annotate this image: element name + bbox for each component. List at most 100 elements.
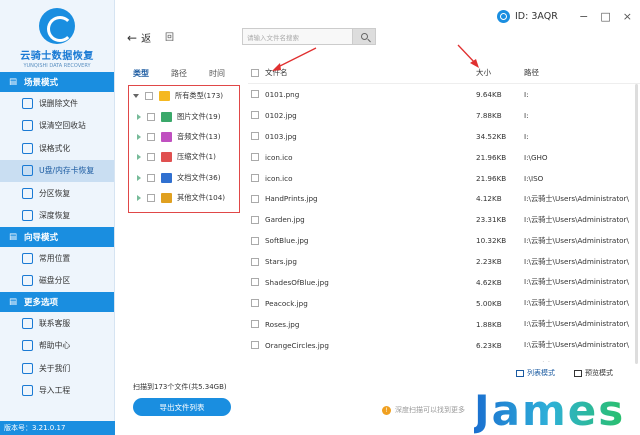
file-path: I:\云骑士\Users\Administrator\ [524,361,640,362]
expand-right-icon[interactable] [137,195,141,202]
tree-item[interactable]: 文档文件(36) [129,168,239,188]
tree-checkbox[interactable] [145,92,153,101]
sidebar-item-2-2[interactable]: 磁盘分区 [0,270,114,293]
select-all-checkbox[interactable] [251,68,259,77]
list-view-button[interactable]: 列表模式 [516,368,555,378]
tree-item[interactable]: 图片文件(19) [129,106,239,126]
file-name: icon.ico [265,152,293,162]
expand-right-icon[interactable] [137,113,141,120]
sidebar-item-label: 误清空回收站 [39,121,86,131]
file-path: I: [524,110,529,120]
sidebar-item-2-1[interactable]: 常用位置 [0,247,114,270]
expand-right-icon[interactable] [137,133,141,140]
tree-checkbox[interactable] [147,153,155,162]
table-row[interactable]: Stars.jpg 2.23KB I:\云骑士\Users\Administrato… [248,251,640,272]
category-tabs: 类型 路径 时间 [133,68,225,79]
app-subtitle: YUNQISHI DATA RECOVERY [23,63,91,69]
expand-right-icon[interactable] [137,174,141,181]
sidebar-item-1-6[interactable]: 深度恢复 [0,205,114,228]
row-checkbox[interactable] [251,236,259,245]
header-path[interactable]: 路径 [524,67,640,78]
tree-checkbox[interactable] [147,194,155,203]
back-button[interactable]: ← 返 [127,30,151,46]
row-checkbox[interactable] [251,215,259,224]
file-name: 0101.png [265,89,300,99]
table-row[interactable]: Stone.jpg4.81KBI:\云骑士\Users\Administrato… [248,356,640,362]
disk-icon [22,275,33,287]
table-row[interactable]: 0102.jpg 7.88KB I: [248,105,640,126]
table-row[interactable]: ShadesOfBlue.jpg 4.62KB I:\云骑士\Users\Admin… [248,272,640,293]
row-checkbox[interactable] [251,194,259,203]
sidebar-item-1-4[interactable]: U盘/内存卡恢复 [0,159,114,182]
row-checkbox[interactable] [251,153,259,162]
tree-item[interactable]: 压缩文件(1) [129,147,239,167]
file-path: I: [524,131,529,141]
refresh-button[interactable]: 回 [165,30,174,43]
file-size: 34.52KB [476,131,507,141]
expand-right-icon[interactable] [137,154,141,161]
tree-item[interactable]: 所有类型(173) [129,86,239,106]
row-checkbox[interactable] [251,320,259,329]
tab-path[interactable]: 路径 [171,68,187,79]
export-list-button[interactable]: 导出文件列表 [133,398,231,416]
user-icon [497,10,510,23]
row-checkbox[interactable] [251,278,259,287]
table-row[interactable]: 0103.jpg 34.52KB I: [248,126,640,147]
format-icon [22,142,33,154]
sidebar-item-3-2[interactable]: 帮助中心 [0,335,114,358]
row-checkbox[interactable] [251,299,259,308]
table-scrollbar[interactable] [635,84,638,364]
sidebar-section-title: 场景模式 [24,78,59,88]
table-row[interactable]: OrangeCircles.jpg 6.23KB I:\云骑士\Users\Admi… [248,335,640,356]
document-icon [161,172,172,183]
minimize-button[interactable]: − [579,10,588,23]
table-row[interactable]: SoftBlue.jpg 10.32KB I:\云骑士\Users\Administ… [248,230,640,251]
support-icon [22,317,33,329]
expand-down-icon[interactable] [133,94,139,99]
sidebar-item-1-5[interactable]: 分区恢复 [0,182,114,205]
tree-item[interactable]: 音频文件(13) [129,127,239,147]
sidebar-item-1-3[interactable]: 误格式化 [0,137,114,160]
deep-scan-hint[interactable]: ! 深度扫描可以找到更多 [382,405,465,415]
sidebar-item-label: 联系客服 [39,318,71,328]
table-row[interactable]: HandPrints.jpg 4.12KB I:\云骑士\Users\Adminis… [248,188,640,209]
sidebar-item-3-1[interactable]: 联系客服 [0,312,114,335]
sidebar-item-1-2[interactable]: 误清空回收站 [0,115,114,138]
table-row[interactable]: icon.ico 21.96KB I:\GHO [248,147,640,168]
sidebar-item-label: 分区恢复 [39,188,71,198]
tree-checkbox[interactable] [147,173,155,182]
maximize-button[interactable]: □ [600,10,610,23]
table-row[interactable]: icon.ico 21.96KB I:\ISO [248,168,640,189]
tab-type[interactable]: 类型 [133,68,149,79]
row-checkbox[interactable] [251,341,259,350]
table-row[interactable]: Garden.jpg 23.31KB I:\云骑士\Users\Administra… [248,209,640,230]
sidebar-item-1-1[interactable]: 误删除文件 [0,92,114,115]
close-button[interactable]: × [623,10,632,23]
table-row[interactable]: Peacock.jpg 5.00KB I:\云骑士\Users\Administra… [248,293,640,314]
tree-item[interactable]: 其他文件(104) [129,188,239,208]
import-icon [22,385,33,397]
version-label: 版本号：3.21.0.17 [0,421,115,435]
logo-icon [39,8,75,44]
row-checkbox[interactable] [251,90,259,99]
more-options-icon: ▤ [8,297,18,307]
table-row[interactable]: 0101.png 9.64KB I: [248,84,640,105]
file-size: 9.64KB [476,89,502,99]
row-checkbox[interactable] [251,132,259,141]
image-icon [161,111,172,122]
tab-time[interactable]: 时间 [209,68,225,79]
file-size: 5.00KB [476,298,502,308]
sidebar-item-3-4[interactable]: 导入工程 [0,380,114,403]
row-checkbox[interactable] [251,111,259,120]
tree-checkbox[interactable] [147,132,155,141]
row-checkbox[interactable] [251,174,259,182]
sidebar-item-3-3[interactable]: 关于我们 [0,357,114,380]
tree-checkbox[interactable] [147,112,155,121]
search-button[interactable] [352,28,376,45]
table-row[interactable]: Roses.jpg 1.88KB I:\云骑士\Users\Administrato… [248,314,640,335]
file-size: 21.96KB [476,152,507,162]
scan-summary: 扫描到173个文件(共5.34GB) [133,383,227,391]
audio-icon [161,131,172,142]
thumbnail-view-button[interactable]: 预览模式 [574,368,613,378]
row-checkbox[interactable] [251,257,259,266]
